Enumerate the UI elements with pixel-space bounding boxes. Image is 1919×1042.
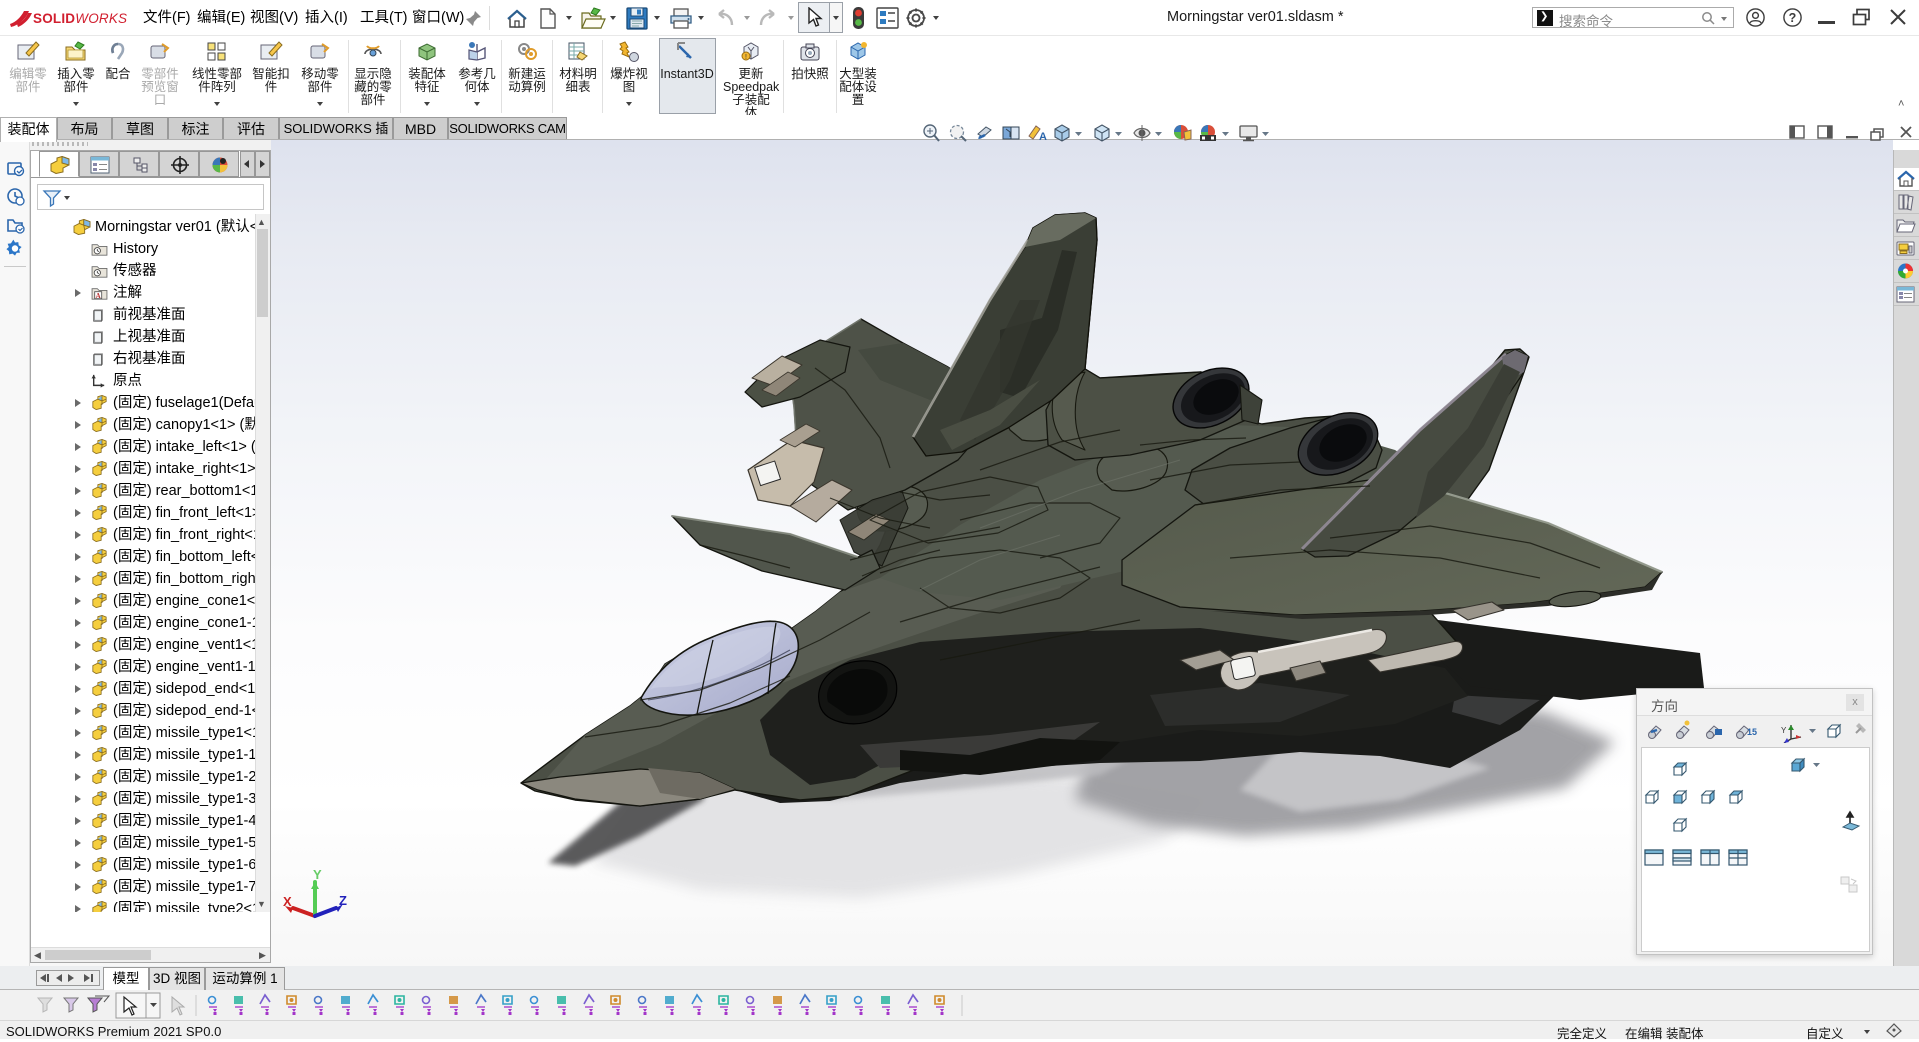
svg-text:Z: Z — [339, 893, 347, 908]
svg-text:Y: Y — [1781, 726, 1787, 735]
svg-text:?: ? — [1789, 11, 1797, 25]
svg-text:15: 15 — [1747, 727, 1757, 737]
svg-text:X: X — [283, 894, 292, 909]
svg-text:Y: Y — [313, 867, 322, 882]
svg-text:A: A — [1039, 131, 1047, 143]
svg-text:!: ! — [745, 54, 747, 61]
svg-text:A: A — [96, 292, 101, 300]
